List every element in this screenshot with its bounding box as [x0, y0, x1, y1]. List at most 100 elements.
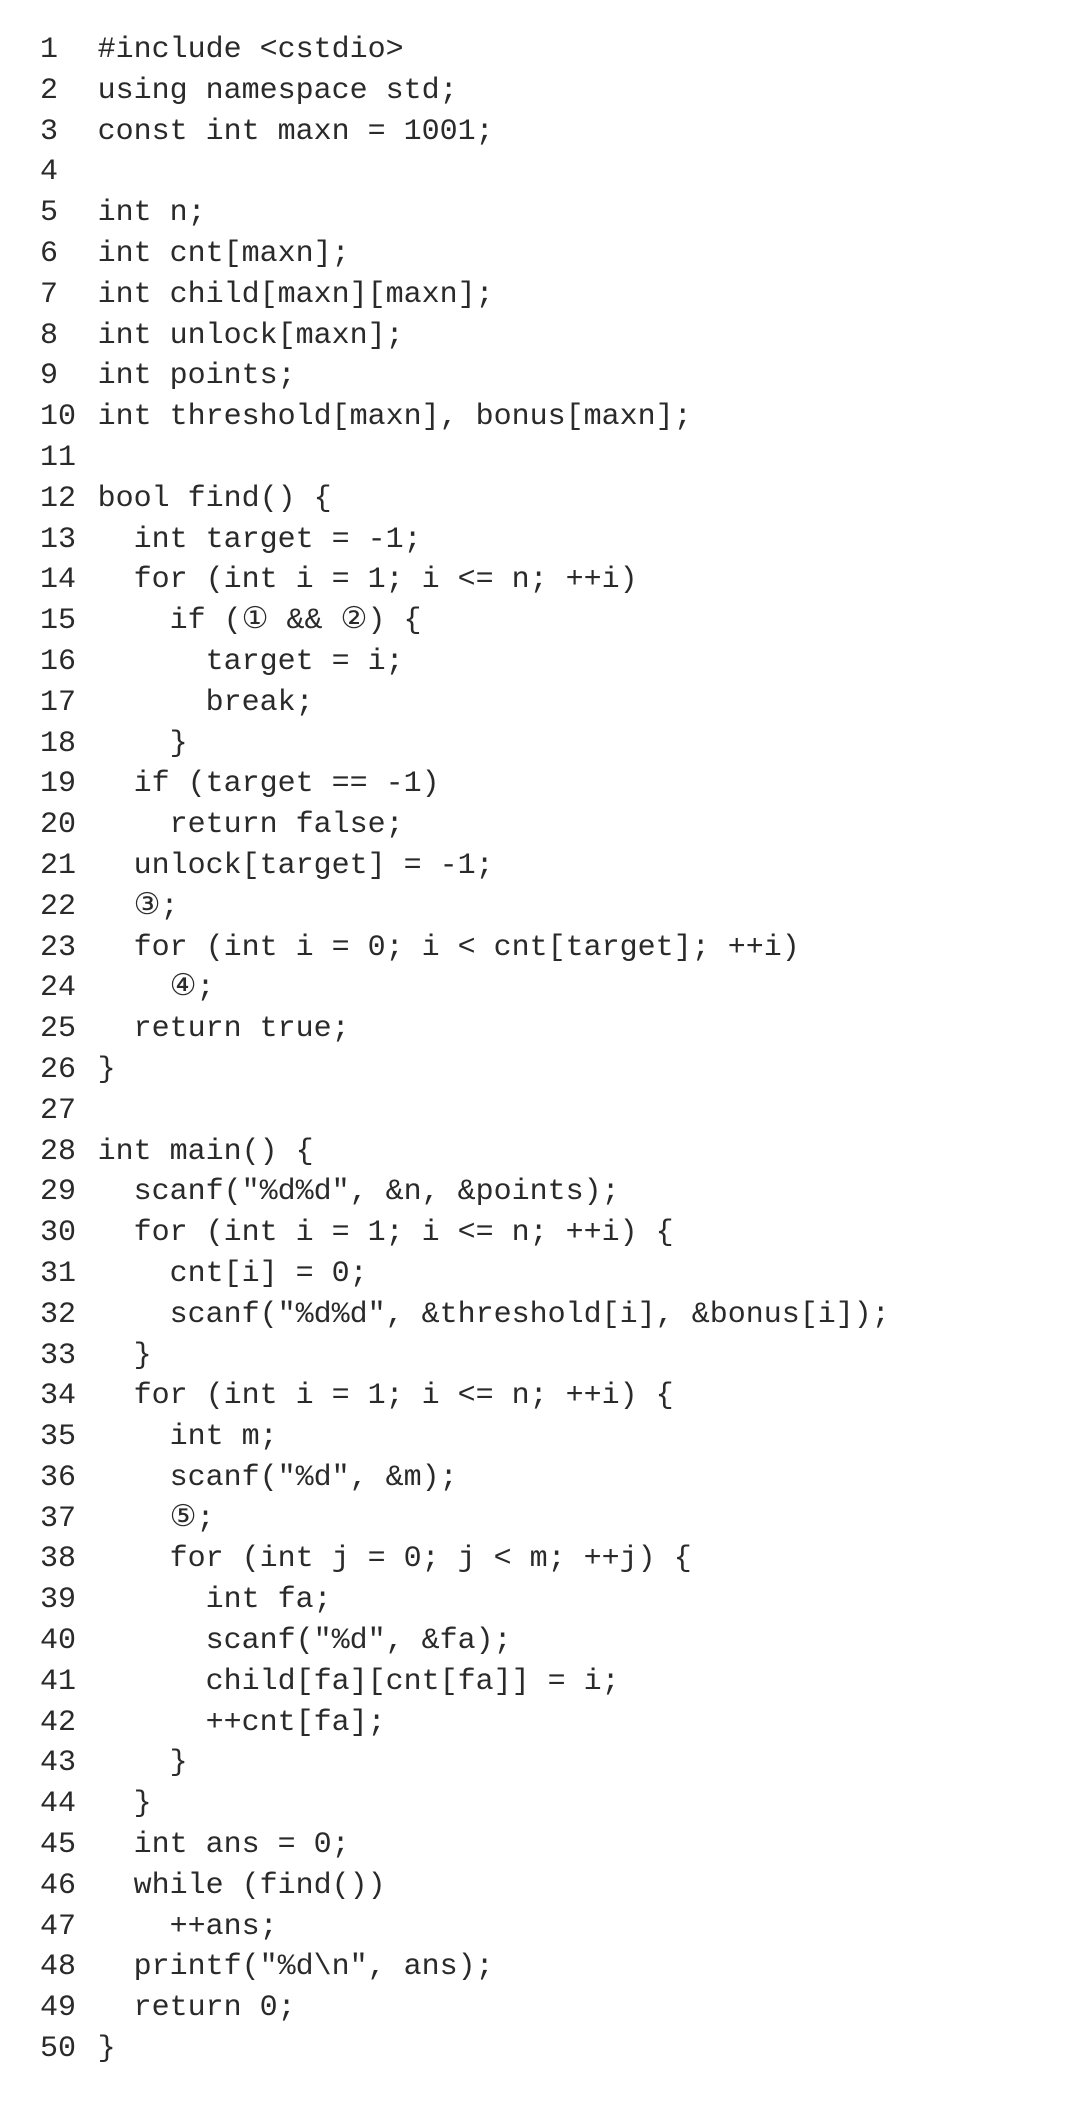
code-text: int ans = 0; [98, 1825, 1040, 1866]
code-text: printf("%d\n", ans); [98, 1947, 1040, 1988]
code-line: 18 } [40, 724, 1040, 765]
code-line: 37 ⑤; [40, 1499, 1040, 1540]
code-text: scanf("%d", &m); [98, 1458, 1040, 1499]
line-number: 40 [40, 1621, 80, 1662]
code-text: ④; [98, 968, 1040, 1009]
line-number: 15 [40, 601, 80, 642]
line-number: 16 [40, 642, 80, 683]
line-number: 28 [40, 1132, 80, 1173]
code-line: 48 printf("%d\n", ans); [40, 1947, 1040, 1988]
code-line: 42 ++cnt[fa]; [40, 1703, 1040, 1744]
code-text: int points; [98, 356, 1040, 397]
code-text: cnt[i] = 0; [98, 1254, 1040, 1295]
code-line: 39 int fa; [40, 1580, 1040, 1621]
line-number: 47 [40, 1907, 80, 1948]
fill-blank-b5: ⑤ [170, 1499, 197, 1540]
code-line: 12bool find() { [40, 479, 1040, 520]
line-number: 32 [40, 1295, 80, 1336]
line-number: 43 [40, 1743, 80, 1784]
code-line: 21 unlock[target] = -1; [40, 846, 1040, 887]
code-line: 11 [40, 438, 1040, 479]
code-line: 26} [40, 1050, 1040, 1091]
line-number: 12 [40, 479, 80, 520]
code-line: 41 child[fa][cnt[fa]] = i; [40, 1662, 1040, 1703]
code-fragment: ; [161, 890, 179, 924]
code-text: unlock[target] = -1; [98, 846, 1040, 887]
fill-blank-b3: ③ [134, 887, 161, 928]
line-number: 5 [40, 193, 80, 234]
code-text: int n; [98, 193, 1040, 234]
code-line: 16 target = i; [40, 642, 1040, 683]
code-line: 15 if (① && ②) { [40, 601, 1040, 642]
code-text: for (int i = 0; i < cnt[target]; ++i) [98, 928, 1040, 969]
code-line: 9int points; [40, 356, 1040, 397]
code-line: 6int cnt[maxn]; [40, 234, 1040, 275]
code-line: 10 int threshold[maxn], bonus[maxn]; [40, 397, 1040, 438]
line-number: 38 [40, 1539, 80, 1580]
code-line: 25 return true; [40, 1009, 1040, 1050]
fill-blank-b4: ④ [170, 968, 197, 1009]
code-line: 24 ④; [40, 968, 1040, 1009]
code-text: return 0; [98, 1988, 1040, 2029]
code-line: 45 int ans = 0; [40, 1825, 1040, 1866]
code-line: 33 } [40, 1336, 1040, 1377]
line-number: 46 [40, 1866, 80, 1907]
code-fragment: ) { [367, 604, 421, 638]
code-text: return true; [98, 1009, 1040, 1050]
code-line: 34 for (int i = 1; i <= n; ++i) { [40, 1376, 1040, 1417]
line-number: 27 [40, 1091, 80, 1132]
code-text: int target = -1; [98, 520, 1040, 561]
line-number: 6 [40, 234, 80, 275]
line-number: 3 [40, 112, 80, 153]
code-text: int m; [98, 1417, 1040, 1458]
line-number: 11 [40, 438, 80, 479]
code-text: ++cnt[fa]; [98, 1703, 1040, 1744]
code-line: 2 using namespace std; [40, 71, 1040, 112]
line-number: 42 [40, 1703, 80, 1744]
code-line: 44 } [40, 1784, 1040, 1825]
code-line: 7int child[maxn][maxn]; [40, 275, 1040, 316]
line-number: 25 [40, 1009, 80, 1050]
line-number: 45 [40, 1825, 80, 1866]
line-number: 49 [40, 1988, 80, 2029]
code-text: using namespace std; [98, 71, 1040, 112]
line-number: 24 [40, 968, 80, 1009]
code-text: if (① && ②) { [98, 601, 1040, 642]
line-number: 41 [40, 1662, 80, 1703]
line-number: 2 [40, 71, 80, 112]
code-line: 40 scanf("%d", &fa); [40, 1621, 1040, 1662]
code-line: 13 int target = -1; [40, 520, 1040, 561]
line-number: 22 [40, 887, 80, 928]
line-number: 8 [40, 316, 80, 357]
code-line: 23 for (int i = 0; i < cnt[target]; ++i) [40, 928, 1040, 969]
code-line: 32 scanf("%d%d", &threshold[i], &bonus[i… [40, 1295, 1040, 1336]
line-number: 48 [40, 1947, 80, 1988]
code-text: } [98, 1743, 1040, 1784]
code-text: } [98, 1336, 1040, 1377]
line-number: 10 [40, 397, 80, 438]
code-line: 4 [40, 152, 1040, 193]
line-number: 13 [40, 520, 80, 561]
code-line: 31 cnt[i] = 0; [40, 1254, 1040, 1295]
code-fragment: && [269, 604, 341, 638]
code-line: 35 int m; [40, 1417, 1040, 1458]
code-line: 36 scanf("%d", &m); [40, 1458, 1040, 1499]
code-fragment [98, 971, 170, 1005]
code-line: 46 while (find()) [40, 1866, 1040, 1907]
code-text: int fa; [98, 1580, 1040, 1621]
line-number: 39 [40, 1580, 80, 1621]
code-text: ⑤; [98, 1499, 1040, 1540]
code-line: 17 break; [40, 683, 1040, 724]
code-text: for (int i = 1; i <= n; ++i) { [98, 1213, 1040, 1254]
code-text: child[fa][cnt[fa]] = i; [98, 1662, 1040, 1703]
code-line: 47 ++ans; [40, 1907, 1040, 1948]
code-text: scanf("%d%d", &threshold[i], &bonus[i]); [98, 1295, 1040, 1336]
code-text: int threshold[maxn], bonus[maxn]; [98, 397, 1040, 438]
code-page: 1#include <cstdio>2using namespace std;3… [0, 0, 1080, 2110]
line-number: 50 [40, 2029, 80, 2070]
code-line: 50} [40, 2029, 1040, 2070]
code-text: } [98, 1784, 1040, 1825]
fill-blank-b2: ② [341, 601, 368, 642]
line-number: 30 [40, 1213, 80, 1254]
line-number: 33 [40, 1336, 80, 1377]
